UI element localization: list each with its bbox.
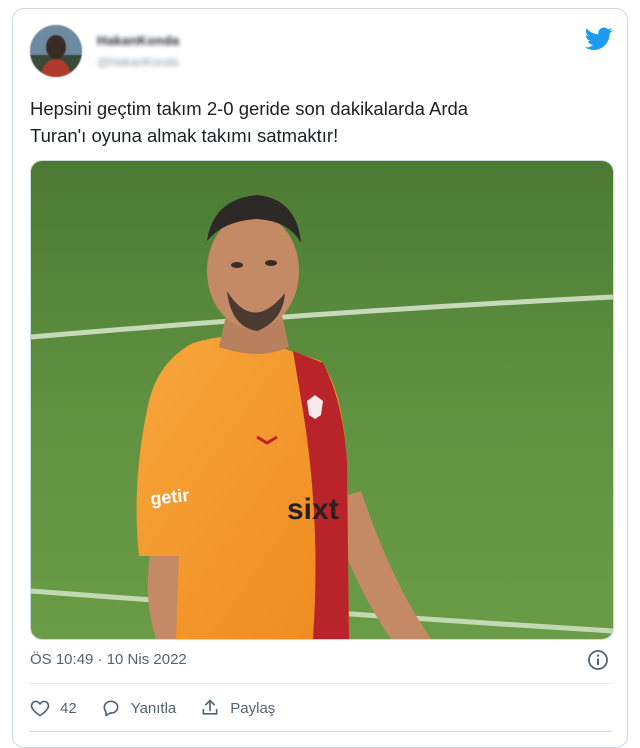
divider-bottom: [30, 731, 612, 732]
action-bar: 42 Yanıtla Paylaş: [30, 693, 299, 723]
share-label: Paylaş: [230, 699, 276, 717]
twitter-bird-icon[interactable]: [585, 27, 613, 51]
like-count: 42: [60, 699, 77, 717]
share-icon: [202, 699, 218, 715]
reply-label: Yanıtla: [130, 699, 177, 717]
share-button[interactable]: Paylaş: [200, 698, 275, 718]
chest-sponsor: sixt: [287, 493, 339, 526]
tweet-timestamp[interactable]: ÖS 10:49 · 10 Nis 2022: [30, 651, 187, 668]
avatar[interactable]: [30, 25, 82, 77]
reply-button[interactable]: Yanıtla: [101, 698, 177, 718]
info-icon[interactable]: [587, 649, 609, 671]
tweet-card: HakanKonda @HakanKonda Hepsini geçtim ta…: [12, 8, 628, 748]
heart-icon: [30, 700, 50, 717]
divider: [30, 683, 612, 684]
author-name[interactable]: HakanKonda: [97, 33, 179, 48]
tweet-photo[interactable]: getir sixt: [30, 160, 614, 640]
tweet-text: Hepsini geçtim takım 2-0 geride son daki…: [30, 98, 469, 146]
reply-icon: [103, 700, 119, 717]
like-button[interactable]: 42: [30, 698, 77, 718]
author-handle[interactable]: @HakanKonda: [97, 55, 179, 69]
sleeve-sponsor: getir: [149, 485, 190, 509]
